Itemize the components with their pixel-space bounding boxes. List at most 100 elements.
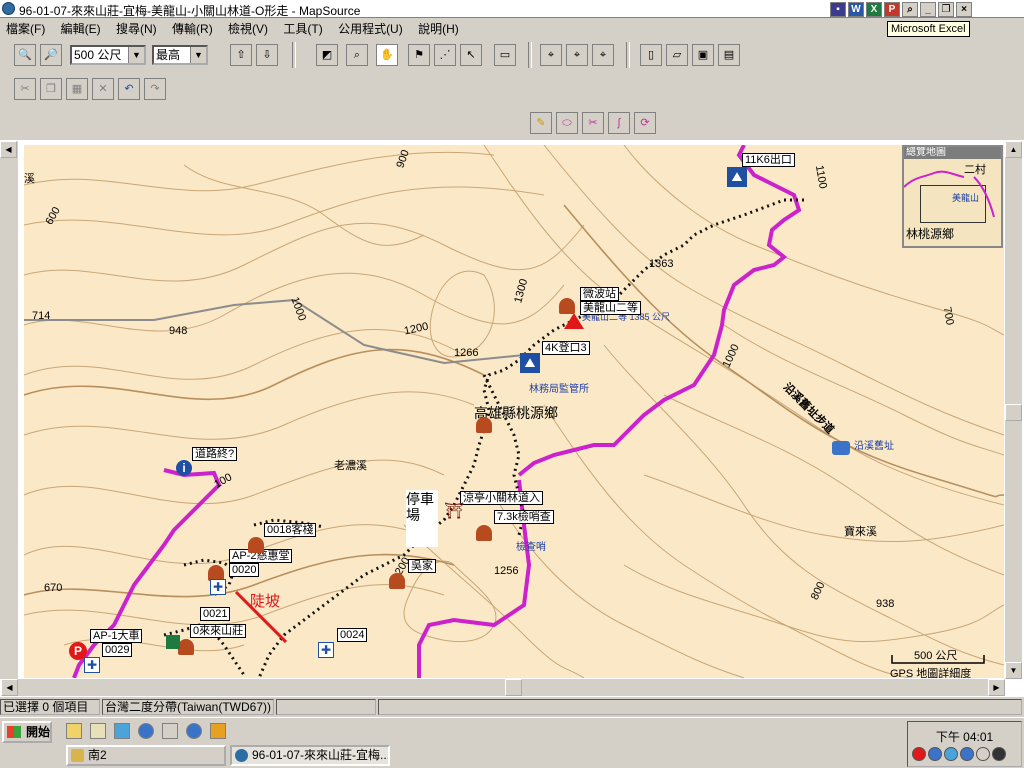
word-icon[interactable]: W bbox=[848, 2, 864, 17]
house-icon[interactable] bbox=[389, 573, 405, 589]
track-pencil-icon[interactable]: ✎ bbox=[530, 112, 552, 134]
notepad-icon[interactable] bbox=[90, 723, 106, 739]
scroll-thumb[interactable] bbox=[505, 679, 522, 696]
scroll-left-arrow-icon[interactable]: ◀ bbox=[1, 679, 18, 696]
chevron-down-icon[interactable]: ▼ bbox=[128, 47, 144, 63]
app-icon[interactable] bbox=[114, 723, 130, 739]
house-icon[interactable] bbox=[178, 639, 194, 655]
waypoint-label[interactable]: 道路終? bbox=[192, 447, 238, 461]
menu-help[interactable]: 說明(H) bbox=[412, 18, 465, 37]
paste-button[interactable]: ▦ bbox=[66, 78, 88, 100]
medical-cross-icon[interactable]: ✚ bbox=[210, 579, 226, 595]
map-tool-button[interactable]: ◩ bbox=[316, 44, 338, 66]
minimize-button[interactable]: _ bbox=[920, 2, 936, 17]
save-file-button[interactable]: ▣ bbox=[692, 44, 714, 66]
horizontal-scrollbar[interactable]: ◀ ▶ bbox=[1, 679, 1005, 696]
route-tool-button[interactable]: ⋰ bbox=[434, 44, 456, 66]
overview-minimap[interactable]: 總覽地圖 二村 美龍山 林桃源鄉 bbox=[902, 145, 1003, 248]
waypoint-label[interactable]: 0021 bbox=[200, 607, 231, 621]
house-icon[interactable] bbox=[476, 525, 492, 541]
ie-icon[interactable] bbox=[138, 723, 154, 739]
powerpoint-icon[interactable]: P bbox=[884, 2, 900, 17]
scroll-up-arrow-icon[interactable]: ▲ bbox=[1005, 141, 1022, 158]
task-button-folder[interactable]: 南2 bbox=[66, 745, 226, 766]
media-player-icon[interactable] bbox=[210, 723, 226, 739]
flag-icon[interactable] bbox=[166, 635, 180, 649]
menu-transfer[interactable]: 傳輸(R) bbox=[166, 18, 219, 37]
track-eraser-icon[interactable]: ⬭ bbox=[556, 112, 578, 134]
menu-view[interactable]: 檢視(V) bbox=[222, 18, 274, 37]
search-icon[interactable] bbox=[162, 723, 178, 739]
house-icon[interactable] bbox=[248, 537, 264, 553]
find-nearby-button[interactable]: ⌖ bbox=[592, 44, 614, 66]
ie-icon[interactable] bbox=[186, 723, 202, 739]
waypoint-label[interactable]: 0029 bbox=[102, 643, 133, 657]
map-view[interactable]: 溪 600 900 714 948 1000 1200 1300 1266 13… bbox=[0, 140, 1024, 697]
undo-button[interactable]: ↶ bbox=[118, 78, 140, 100]
waypoint-label[interactable]: 4K登口3 bbox=[542, 341, 590, 355]
waypoint-label[interactable]: 微波站 bbox=[580, 287, 619, 301]
clock[interactable]: 下午 04:01 bbox=[908, 728, 1021, 745]
zoom-tool-button[interactable]: ⌕ bbox=[346, 44, 368, 66]
distance-tool-button[interactable]: ▭ bbox=[494, 44, 516, 66]
info-icon[interactable]: i bbox=[176, 460, 192, 476]
camera-icon[interactable] bbox=[832, 441, 850, 455]
menu-utilities[interactable]: 公用程式(U) bbox=[332, 18, 409, 37]
search-icon[interactable]: ⌕ bbox=[902, 2, 918, 17]
house-icon[interactable] bbox=[476, 417, 492, 433]
receive-from-device-button[interactable]: ⇧ bbox=[230, 44, 252, 66]
scroll-left-arrow-icon[interactable]: ◀ bbox=[0, 141, 17, 158]
menu-edit[interactable]: 編輯(E) bbox=[55, 18, 107, 37]
redo-button[interactable]: ↷ bbox=[144, 78, 166, 100]
scale-select[interactable]: 500 公尺 ▼ bbox=[70, 45, 146, 65]
start-button[interactable]: 開始 bbox=[2, 721, 52, 743]
waypoint-label[interactable]: AP-1大車 bbox=[90, 629, 143, 643]
waypoint-label[interactable]: 0020 bbox=[229, 563, 260, 577]
menu-tools[interactable]: 工具(T) bbox=[277, 18, 328, 37]
scroll-down-arrow-icon[interactable]: ▼ bbox=[1005, 662, 1022, 679]
tray-icon[interactable] bbox=[928, 747, 942, 761]
find-place-button[interactable]: ⌖ bbox=[566, 44, 588, 66]
menu-file[interactable]: 檔案(F) bbox=[0, 18, 51, 37]
scroll-thumb[interactable] bbox=[1005, 404, 1022, 421]
new-file-button[interactable]: ▯ bbox=[640, 44, 662, 66]
hiker-icon[interactable]: ⛰ bbox=[520, 353, 540, 373]
maximize-button[interactable]: ❐ bbox=[938, 2, 954, 17]
waypoint-label[interactable]: 0018客棧 bbox=[264, 523, 317, 537]
open-file-button[interactable]: ▱ bbox=[666, 44, 688, 66]
scroll-right-arrow-icon[interactable]: ▶ bbox=[988, 679, 1005, 696]
tray-icon[interactable] bbox=[912, 747, 926, 761]
office-icon[interactable]: ▪ bbox=[830, 2, 846, 17]
medical-cross-icon[interactable]: ✚ bbox=[84, 657, 100, 673]
zoom-in-button[interactable]: 🔍 bbox=[14, 44, 36, 66]
tray-icon[interactable] bbox=[992, 747, 1006, 761]
tray-icon[interactable] bbox=[960, 747, 974, 761]
print-button[interactable]: ▤ bbox=[718, 44, 740, 66]
waypoint-label[interactable]: 0024 bbox=[337, 628, 368, 642]
track-filter-icon[interactable]: ⟳ bbox=[634, 112, 656, 134]
detail-select[interactable]: 最高 ▼ bbox=[152, 45, 208, 65]
waypoint-label[interactable]: 涼亭小關林道入 bbox=[460, 491, 543, 505]
tray-icon[interactable] bbox=[976, 747, 990, 761]
close-button[interactable]: × bbox=[956, 2, 972, 17]
chevron-down-icon[interactable]: ▼ bbox=[190, 47, 206, 63]
cut-button[interactable]: ✂ bbox=[14, 78, 36, 100]
select-tool-button[interactable]: ↖ bbox=[460, 44, 482, 66]
waypoint-label[interactable]: 美龍山二等 bbox=[580, 301, 641, 315]
excel-icon[interactable]: X bbox=[866, 2, 882, 17]
map-canvas[interactable]: 溪 600 900 714 948 1000 1200 1300 1266 13… bbox=[24, 145, 1004, 678]
tray-icon[interactable] bbox=[944, 747, 958, 761]
waypoint-label[interactable]: 11K6出口 bbox=[742, 153, 795, 167]
waypoint-label[interactable]: 7.3k檢哨查 bbox=[494, 510, 554, 524]
find-button[interactable]: ⌖ bbox=[540, 44, 562, 66]
zoom-out-button[interactable]: 🔎 bbox=[40, 44, 62, 66]
pavilion-icon[interactable]: ⛩ bbox=[444, 503, 464, 521]
hand-tool-button[interactable]: ✋ bbox=[376, 44, 398, 66]
desktop-icon[interactable] bbox=[66, 723, 82, 739]
send-to-device-button[interactable]: ⇩ bbox=[256, 44, 278, 66]
hiker-icon[interactable]: ⛰ bbox=[727, 167, 747, 187]
house-icon[interactable] bbox=[559, 298, 575, 314]
waypoint-tool-button[interactable]: ⚑ bbox=[408, 44, 430, 66]
task-button-mapsource[interactable]: 96-01-07-來來山莊-宜梅... bbox=[230, 745, 390, 766]
track-join-icon[interactable]: ∫ bbox=[608, 112, 630, 134]
